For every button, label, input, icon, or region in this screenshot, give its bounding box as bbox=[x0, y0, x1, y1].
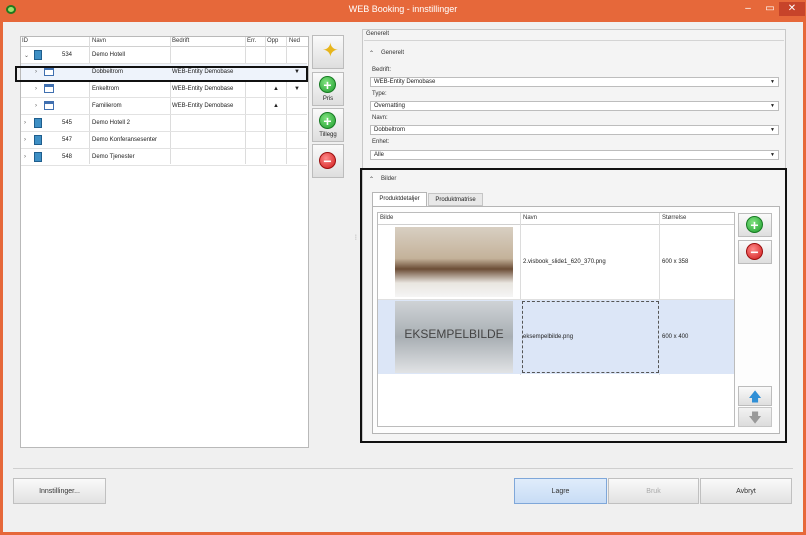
row-navn: Demo Hotell 2 bbox=[92, 120, 131, 126]
restore-button[interactable]: ▭ bbox=[759, 2, 781, 16]
avbryt-button[interactable]: Avbryt bbox=[700, 478, 792, 504]
row-id: 534 bbox=[62, 52, 73, 58]
remove-icon: − bbox=[319, 152, 336, 169]
image-size: 600 x 358 bbox=[662, 259, 689, 265]
row-navn: Demo Konferansesenter bbox=[92, 137, 158, 143]
type-value: Overnatting bbox=[374, 103, 406, 109]
hotel-book-icon bbox=[34, 118, 42, 128]
hotel-book-icon bbox=[34, 152, 42, 162]
add-icon: + bbox=[746, 216, 763, 233]
type-label: Type: bbox=[372, 91, 387, 97]
bedrift-value: WEB-Entity Demobase bbox=[374, 79, 436, 85]
group-title: Generelt bbox=[366, 31, 390, 37]
row-bedrift: WEB-Entity Demobase bbox=[172, 103, 234, 109]
tillegg-label: Tillegg bbox=[319, 132, 337, 138]
collapse-icon[interactable]: ⌃ bbox=[369, 50, 374, 57]
chevron-down-icon: ▼ bbox=[770, 127, 775, 133]
tab-produktdetaljer[interactable]: Produktdetaljer bbox=[372, 192, 427, 206]
remove-icon: − bbox=[746, 243, 763, 260]
enhet-value: Alle bbox=[374, 152, 385, 158]
row-bedrift: WEB-Entity Demobase bbox=[172, 86, 234, 92]
divider bbox=[364, 40, 784, 41]
section-title-bilder: Bilder bbox=[381, 176, 397, 182]
row-id: 545 bbox=[62, 120, 73, 126]
hotel-book-icon bbox=[34, 135, 42, 145]
expand-icon[interactable]: › bbox=[35, 103, 37, 109]
move-image-up-button[interactable]: 🡅 bbox=[738, 386, 772, 406]
close-button[interactable]: ✕ bbox=[779, 2, 805, 16]
col-header-navn[interactable]: Navn bbox=[92, 38, 106, 44]
type-select[interactable]: Overnatting ▼ bbox=[370, 101, 779, 111]
chevron-down-icon: ▼ bbox=[770, 152, 775, 158]
navn-label: Navn: bbox=[372, 115, 388, 121]
row-navn: Familierom bbox=[92, 103, 122, 109]
tree-row[interactable] bbox=[21, 98, 307, 115]
enhet-select[interactable]: Alle ▼ bbox=[370, 150, 779, 160]
expand-icon[interactable]: › bbox=[24, 137, 26, 143]
room-calendar-icon bbox=[44, 101, 54, 110]
add-icon: + bbox=[319, 112, 336, 129]
window-title: WEB Booking - innstillinger bbox=[348, 4, 458, 14]
add-icon: + bbox=[319, 76, 336, 93]
collapse-icon[interactable]: ⌄ bbox=[24, 52, 29, 59]
row-navn: Demo Hotell bbox=[92, 52, 126, 58]
chevron-down-icon: ▼ bbox=[770, 79, 775, 85]
move-up-icon[interactable]: ▲ bbox=[273, 103, 279, 109]
expand-icon[interactable]: › bbox=[35, 86, 37, 92]
col-header-navn[interactable]: Navn bbox=[523, 215, 537, 221]
image-filename: eksempelbilde.png bbox=[523, 334, 574, 340]
col-header-bedrift[interactable]: Bedrift bbox=[172, 38, 189, 44]
room-calendar-icon bbox=[44, 84, 54, 93]
section-title-generelt: Generelt bbox=[381, 50, 405, 56]
tree-row[interactable] bbox=[21, 81, 307, 98]
move-image-down-button[interactable]: 🡇 bbox=[738, 407, 772, 427]
magic-wand-icon: ✦ bbox=[322, 40, 339, 62]
hotel-book-icon bbox=[34, 50, 42, 60]
move-down-icon[interactable]: ▼ bbox=[294, 86, 300, 92]
bruk-button[interactable]: Bruk bbox=[608, 478, 699, 504]
bedrift-select[interactable]: WEB-Entity Demobase ▼ bbox=[370, 77, 779, 87]
minimize-button[interactable]: – bbox=[737, 2, 759, 16]
image-placeholder-text: EKSEMPELBILDE bbox=[404, 327, 504, 341]
splitter-grip[interactable]: ⋮ bbox=[353, 234, 359, 241]
navn-value: Dobbeltrom bbox=[374, 127, 406, 133]
selected-row-highlight bbox=[15, 66, 308, 82]
row-navn: Demo Tjenester bbox=[92, 154, 135, 160]
collapse-icon[interactable]: ⌃ bbox=[369, 176, 374, 183]
expand-icon[interactable]: › bbox=[24, 120, 26, 126]
chevron-down-icon: ▼ bbox=[770, 103, 775, 109]
row-navn: Enkeltrom bbox=[92, 86, 120, 92]
expand-icon[interactable]: › bbox=[24, 154, 26, 160]
innstillinger-button[interactable]: Innstillinger... bbox=[13, 478, 106, 504]
pris-label: Pris bbox=[322, 96, 334, 102]
col-header-bilde[interactable]: Bilde bbox=[380, 215, 393, 221]
navn-select[interactable]: Dobbeltrom ▼ bbox=[370, 125, 779, 135]
col-header-opp[interactable]: Opp bbox=[267, 38, 278, 44]
row-id: 548 bbox=[62, 154, 73, 160]
bedroom-image bbox=[395, 227, 513, 297]
image-size: 600 x 400 bbox=[662, 334, 689, 340]
move-up-icon[interactable]: ▲ bbox=[273, 86, 279, 92]
col-header-id[interactable]: ID bbox=[22, 38, 28, 44]
col-header-err[interactable]: Err. bbox=[247, 38, 256, 44]
bedrift-label: Bedrift: bbox=[372, 67, 392, 73]
row-id: 547 bbox=[62, 137, 73, 143]
enhet-label: Enhet: bbox=[372, 139, 390, 145]
tab-produktmatrise[interactable]: Produktmatrise bbox=[428, 193, 483, 206]
col-header-ned[interactable]: Ned bbox=[289, 38, 300, 44]
image-filename: 2.visbook_slide1_620_370.png bbox=[523, 259, 606, 265]
col-header-storrelse[interactable]: Størrelse bbox=[662, 215, 686, 221]
lagre-button[interactable]: Lagre bbox=[514, 478, 607, 504]
footer-divider bbox=[13, 468, 793, 469]
